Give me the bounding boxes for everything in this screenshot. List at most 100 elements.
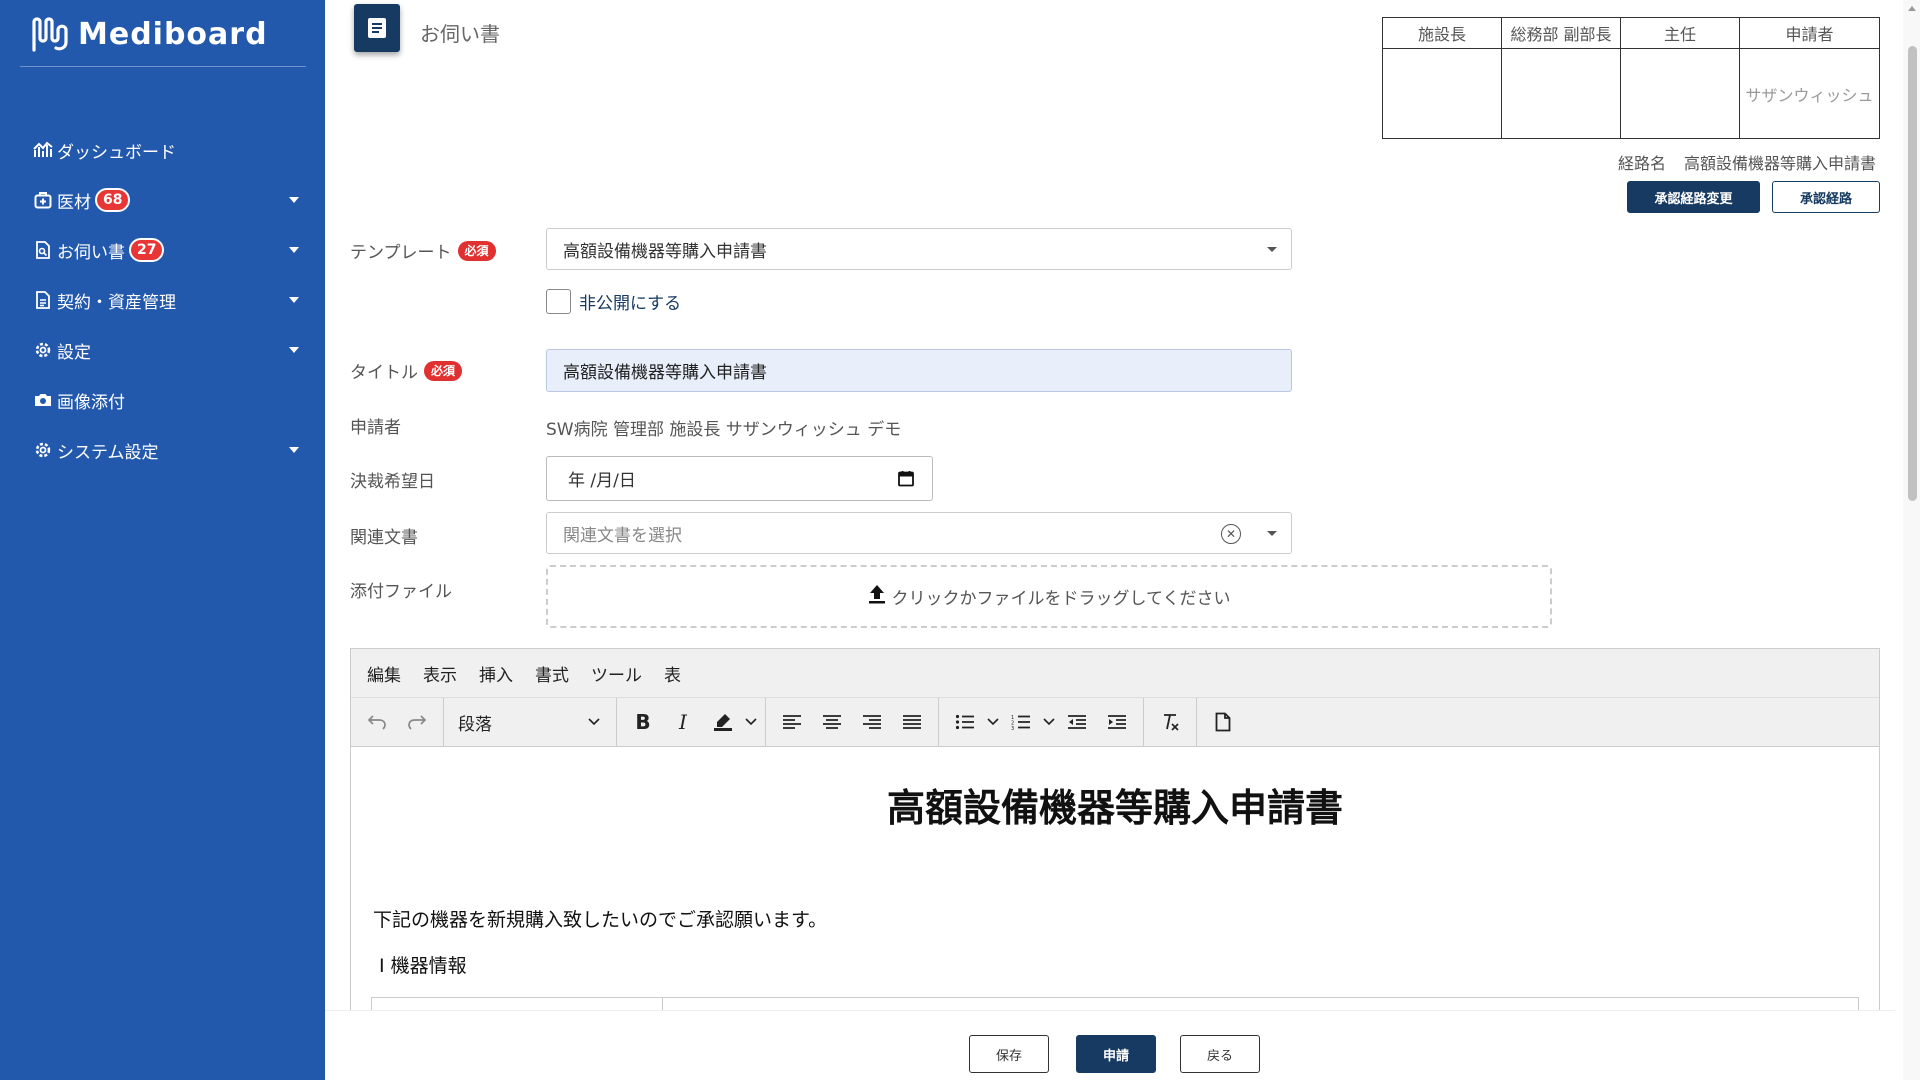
- block-format-value: 段落: [458, 714, 492, 735]
- page-title: お伺い書: [420, 22, 500, 46]
- required-badge: 必須: [424, 360, 463, 381]
- align-justify-icon[interactable]: [892, 704, 932, 740]
- sidebar-item-label: 画像添付: [57, 392, 125, 413]
- clear-icon[interactable]: ✕: [1221, 524, 1241, 544]
- sidebar-item-label: ダッシュボード: [57, 142, 176, 163]
- align-left-icon[interactable]: [772, 704, 812, 740]
- menu-view[interactable]: 表示: [423, 661, 457, 686]
- align-right-icon[interactable]: [852, 704, 892, 740]
- sidebar-item-label: 契約・資産管理: [57, 292, 176, 313]
- text-style-group: B I: [617, 697, 766, 747]
- undo-icon[interactable]: [357, 704, 397, 740]
- menu-format[interactable]: 書式: [535, 661, 569, 686]
- sidebar-item-label: 設定: [57, 342, 91, 363]
- approval-stamp-cell: [1383, 49, 1502, 138]
- editor-content[interactable]: 高額設備機器等購入申請書 下記の機器を新規購入致したいのでご承認願います。 Ⅰ …: [351, 747, 1879, 1017]
- alignment-group: [766, 697, 939, 747]
- bullet-list-icon[interactable]: [945, 704, 985, 740]
- chevron-down-icon[interactable]: [743, 704, 759, 740]
- outdent-icon[interactable]: [1057, 704, 1097, 740]
- editor-menubar: 編集 表示 挿入 書式 ツール 表: [351, 649, 1879, 698]
- approval-stamp-cell: [1502, 49, 1621, 138]
- align-center-icon[interactable]: [812, 704, 852, 740]
- sidebar-item-contracts[interactable]: 契約・資産管理: [0, 275, 325, 325]
- numbered-list-icon[interactable]: 123: [1001, 704, 1041, 740]
- approval-stamp-table: 施設長 総務部 副部長 主任 申請者 サザンウィッシュ: [1382, 17, 1880, 139]
- document-icon: [354, 4, 400, 52]
- related-docs-placeholder: 関連文書を選択: [563, 525, 682, 546]
- svg-text:3: 3: [1011, 726, 1014, 730]
- title-label: タイトル 必須: [350, 358, 463, 383]
- count-badge: 68: [95, 188, 131, 212]
- gear-icon: [33, 440, 53, 460]
- highlight-color-icon[interactable]: [703, 704, 743, 740]
- title-input-value: 高額設備機器等購入申請書: [563, 363, 767, 383]
- route-button[interactable]: 承認経路: [1772, 181, 1880, 213]
- clear-formatting-icon[interactable]: [1150, 704, 1190, 740]
- chevron-down-icon[interactable]: [985, 704, 1001, 740]
- sidebar-item-label: システム設定: [57, 442, 159, 463]
- menu-insert[interactable]: 挿入: [479, 661, 513, 686]
- calendar-icon[interactable]: [898, 470, 914, 492]
- sidebar-item-dashboard[interactable]: ダッシュボード: [0, 125, 325, 175]
- indent-icon[interactable]: [1097, 704, 1137, 740]
- bold-icon[interactable]: B: [623, 704, 663, 740]
- route-info: 経路名 高額設備機器等購入申請書: [1618, 150, 1876, 174]
- caret-down-icon: [1267, 531, 1277, 536]
- sidebar-item-settings[interactable]: 設定: [0, 325, 325, 375]
- italic-icon[interactable]: I: [663, 704, 703, 740]
- scrollbar-thumb[interactable]: [1908, 46, 1917, 501]
- sidebar: Mediboard ダッシュボード 医材 68 お伺い書 27 契約・資産管理 …: [0, 0, 325, 1080]
- list-group: 123: [939, 697, 1144, 747]
- save-button[interactable]: 保存: [969, 1035, 1049, 1073]
- approval-stamp-cell: [1621, 49, 1740, 138]
- caret-down-icon: [289, 247, 299, 253]
- page-scrollbar[interactable]: [1903, 0, 1920, 1080]
- document-search-icon: [33, 240, 53, 260]
- block-format-group: 段落: [444, 697, 617, 747]
- related-docs-select[interactable]: 関連文書を選択 ✕: [546, 512, 1292, 554]
- approval-column-header: 申請者: [1740, 18, 1879, 49]
- medical-kit-icon: [33, 190, 53, 210]
- caret-down-icon: [289, 197, 299, 203]
- menu-edit[interactable]: 編集: [367, 661, 401, 686]
- menu-table[interactable]: 表: [664, 661, 681, 686]
- contract-icon: [33, 290, 53, 310]
- template-select[interactable]: 高額設備機器等購入申請書: [546, 228, 1292, 270]
- sidebar-item-inquiries[interactable]: お伺い書 27: [0, 225, 325, 275]
- template-label: テンプレート 必須: [350, 238, 496, 263]
- private-checkbox-row[interactable]: 非公開にする: [546, 289, 681, 314]
- approval-column-header: 施設長: [1383, 18, 1502, 49]
- desired-date-input[interactable]: 年 /月/日: [546, 456, 933, 501]
- approval-column-header: 総務部 副部長: [1502, 18, 1621, 49]
- block-format-select[interactable]: 段落: [450, 704, 610, 740]
- title-input[interactable]: 高額設備機器等購入申請書: [546, 349, 1292, 392]
- chevron-down-icon[interactable]: [1041, 704, 1057, 740]
- required-badge: 必須: [457, 240, 496, 261]
- rich-text-editor[interactable]: 編集 表示 挿入 書式 ツール 表 段落 B I 1 2 3 高額設備機器等購入…: [350, 648, 1880, 1018]
- applicant-value: SW病院 管理部 施設長 サザンウィッシュ デモ: [546, 420, 902, 440]
- chevron-down-icon: [588, 718, 600, 726]
- private-checkbox[interactable]: [546, 289, 571, 314]
- sidebar-nav: ダッシュボード 医材 68 お伺い書 27 契約・資産管理 設定 画像添付 シス…: [0, 125, 325, 475]
- sidebar-item-system-settings[interactable]: システム設定: [0, 425, 325, 475]
- document-section-heading: Ⅰ 機器情報: [379, 955, 467, 977]
- file-dropzone[interactable]: クリックかファイルをドラッグしてください: [546, 565, 1552, 628]
- approval-column-header: 主任: [1621, 18, 1740, 49]
- sidebar-item-image-attach[interactable]: 画像添付: [0, 375, 325, 425]
- back-button[interactable]: 戻る: [1180, 1035, 1260, 1073]
- chart-icon: [33, 140, 53, 160]
- scroll-up-icon[interactable]: [1908, 6, 1916, 11]
- upload-icon: [868, 584, 886, 609]
- document-heading: 高額設備機器等購入申請書: [886, 786, 1343, 830]
- change-route-button[interactable]: 承認経路変更: [1627, 181, 1760, 213]
- new-document-icon[interactable]: [1203, 704, 1243, 740]
- submit-button[interactable]: 申請: [1076, 1035, 1156, 1073]
- sidebar-item-medical-materials[interactable]: 医材 68: [0, 175, 325, 225]
- template-select-value: 高額設備機器等購入申請書: [563, 241, 767, 262]
- redo-icon[interactable]: [397, 704, 437, 740]
- editor-toolbar: 段落 B I 1 2 3: [351, 697, 1879, 747]
- menu-tools[interactable]: ツール: [591, 661, 642, 686]
- private-checkbox-label: 非公開にする: [579, 294, 682, 314]
- brand-logo[interactable]: Mediboard: [30, 14, 268, 54]
